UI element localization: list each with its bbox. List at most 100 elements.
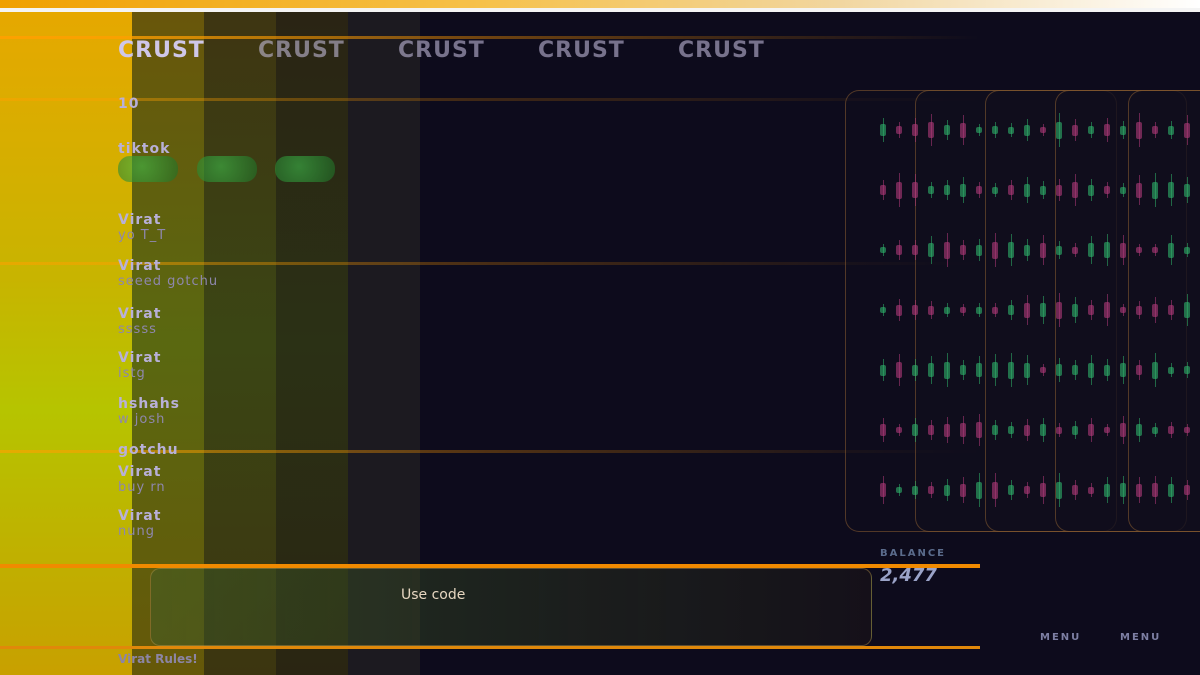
candle-body	[1088, 424, 1094, 436]
candle-body	[912, 124, 918, 136]
candle-body	[880, 364, 886, 376]
candle-body	[1168, 305, 1174, 315]
candle-body	[1024, 362, 1030, 378]
row-message: gotchu	[118, 442, 179, 458]
candle-body	[1184, 183, 1190, 197]
candle-body	[1120, 242, 1126, 258]
candle-body	[976, 422, 982, 438]
candle-body	[1184, 122, 1190, 138]
candle-body	[944, 423, 950, 437]
candle-body	[960, 365, 966, 375]
header-ghost-5: CRUST	[678, 38, 765, 63]
candle-body	[1168, 125, 1174, 135]
candle-body	[928, 186, 934, 194]
candle-body	[1072, 425, 1078, 435]
candle-body	[912, 485, 918, 495]
candle-body	[1136, 424, 1142, 436]
candle-body	[1056, 301, 1062, 319]
candle-body	[1040, 367, 1046, 373]
candle-body	[880, 307, 886, 313]
candle-body	[1088, 126, 1094, 134]
candle-body	[976, 481, 982, 499]
candle-body	[1088, 184, 1094, 196]
candle-body	[912, 245, 918, 255]
list-item: Virat buy rn	[118, 464, 166, 495]
candle-body	[896, 427, 902, 433]
candle-body	[912, 364, 918, 376]
candle-body	[944, 241, 950, 259]
candle-body	[1056, 364, 1062, 376]
candle-body	[1072, 303, 1078, 317]
candle-body	[1184, 485, 1190, 495]
counter-value: 10	[118, 96, 140, 112]
candle-body	[896, 181, 902, 199]
candle-body	[1152, 181, 1158, 199]
candle-body	[1088, 305, 1094, 315]
candle-body	[1024, 124, 1030, 136]
candle-body	[1040, 185, 1046, 195]
candle-body	[880, 483, 886, 497]
glitch-strip-1	[0, 12, 132, 675]
candle-body	[1120, 363, 1126, 377]
candle-body	[1008, 485, 1014, 495]
candle-body	[1008, 426, 1014, 434]
row-message: yo T_T	[118, 228, 167, 243]
candle-body	[1104, 124, 1110, 136]
row-username: hshahs	[118, 396, 181, 412]
candle-body	[1072, 182, 1078, 198]
candle-body	[1040, 303, 1046, 317]
candle-body	[1104, 186, 1110, 194]
menu-button[interactable]: MENU	[1040, 632, 1081, 643]
candle-body	[1104, 427, 1110, 433]
frog-emoji-icon	[118, 156, 178, 182]
row-username: Virat	[118, 508, 162, 524]
candle-body	[1120, 307, 1126, 313]
candle-body	[1136, 247, 1142, 253]
candle-body	[944, 306, 950, 314]
candle-body	[1024, 244, 1030, 256]
candle-body	[1072, 485, 1078, 495]
candle-body	[1184, 246, 1190, 254]
candle-body	[928, 425, 934, 435]
candle-body	[1168, 182, 1174, 198]
candle-body	[1008, 305, 1014, 315]
frog-emoji-icon	[275, 156, 336, 182]
candle-body	[928, 363, 934, 377]
bottom-accent-line	[0, 646, 980, 649]
candle-body	[1136, 121, 1142, 139]
candle-body	[1088, 362, 1094, 378]
candle-body	[1152, 247, 1158, 253]
candle-body	[960, 122, 966, 138]
promo-code-text: Use code	[401, 587, 466, 603]
header-ghost-1: CRUST	[118, 38, 205, 63]
candle-body	[880, 185, 886, 195]
candle-body	[1152, 303, 1158, 317]
candle-body	[1184, 427, 1190, 433]
candle-body	[960, 483, 966, 497]
candle-body	[960, 245, 966, 255]
candle-body	[992, 306, 998, 314]
row-username: Virat	[118, 306, 162, 322]
candle-body	[896, 304, 902, 316]
balance-label: BALANCE	[880, 548, 947, 559]
emoji-row	[118, 156, 347, 186]
candle-body	[1040, 242, 1046, 258]
candle-body	[976, 363, 982, 377]
candle-body	[992, 241, 998, 259]
candle-body	[1040, 127, 1046, 133]
candle-body	[912, 424, 918, 436]
candle-body	[1056, 481, 1062, 499]
candle-body	[896, 126, 902, 134]
candle-body	[1120, 125, 1126, 135]
candle-body	[912, 305, 918, 315]
candle-body	[1104, 364, 1110, 376]
candle-body	[1168, 366, 1174, 374]
menu-button[interactable]: MENU	[1120, 632, 1161, 643]
candle-body	[944, 125, 950, 135]
row-username: Virat	[118, 258, 162, 274]
candle-body	[944, 361, 950, 379]
row-message: buy rn	[118, 480, 166, 495]
candle-body	[896, 487, 902, 493]
candle-body	[928, 486, 934, 494]
list-item: tiktok	[118, 138, 170, 157]
